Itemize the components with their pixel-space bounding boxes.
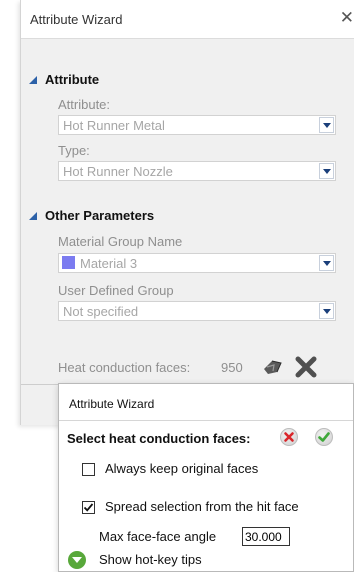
max-angle-input[interactable] (242, 527, 290, 546)
section-other-heading[interactable]: Other Parameters (45, 208, 154, 223)
popup-title: Attribute Wizard (69, 397, 155, 411)
dropdown-arrow-icon[interactable] (319, 163, 334, 179)
dropdown-arrow-icon[interactable] (319, 117, 334, 133)
attribute-select[interactable]: Hot Runner Metal (58, 115, 336, 135)
attribute-select-value: Hot Runner Metal (63, 118, 165, 133)
keep-original-faces-label: Always keep original faces (105, 461, 259, 476)
type-select-value: Hot Runner Nozzle (63, 164, 173, 179)
user-group-select[interactable]: Not specified (58, 301, 336, 321)
max-angle-label: Max face-face angle (99, 529, 217, 544)
section-attribute-heading[interactable]: Attribute (45, 72, 99, 87)
hotkey-tips-label[interactable]: Show hot-key tips (99, 552, 202, 567)
popup-divider (59, 420, 353, 421)
section-expanded-icon[interactable] (29, 76, 37, 84)
attribute-wizard-panel: Attribute Wizard ✕ Attribute Attribute: … (20, 0, 354, 425)
clear-icon[interactable] (295, 356, 317, 383)
spread-selection-label: Spread selection from the hit face (105, 499, 299, 514)
user-group-label: User Defined Group (58, 283, 174, 298)
confirm-icon[interactable] (315, 428, 333, 446)
heat-conduction-count: 950 (221, 360, 243, 375)
material-color-swatch (62, 256, 75, 269)
wizard-title-bar: Attribute Wizard ✕ (21, 0, 354, 39)
type-label: Type: (58, 143, 90, 158)
select-faces-popup: Attribute Wizard Select heat conduction … (58, 383, 354, 572)
dropdown-arrow-icon[interactable] (319, 255, 334, 271)
cancel-icon[interactable] (280, 428, 298, 446)
attribute-label: Attribute: (58, 97, 111, 112)
expand-tips-icon[interactable] (68, 551, 86, 569)
popup-heading: Select heat conduction faces: (67, 431, 251, 446)
type-select[interactable]: Hot Runner Nozzle (58, 161, 336, 181)
material-group-label: Material Group Name (58, 234, 183, 249)
section-expanded-icon[interactable] (29, 212, 37, 220)
wizard-title: Attribute Wizard (30, 12, 123, 27)
keep-original-faces-checkbox[interactable] (82, 463, 95, 476)
select-faces-icon[interactable] (262, 357, 284, 382)
spread-selection-checkbox[interactable] (82, 501, 95, 514)
dropdown-arrow-icon[interactable] (319, 303, 334, 319)
heat-conduction-label: Heat conduction faces: (58, 360, 191, 375)
user-group-value: Not specified (63, 304, 139, 319)
close-icon[interactable]: ✕ (340, 8, 354, 28)
material-group-value: Material 3 (80, 256, 138, 271)
material-group-select[interactable]: Material 3 (58, 253, 336, 273)
